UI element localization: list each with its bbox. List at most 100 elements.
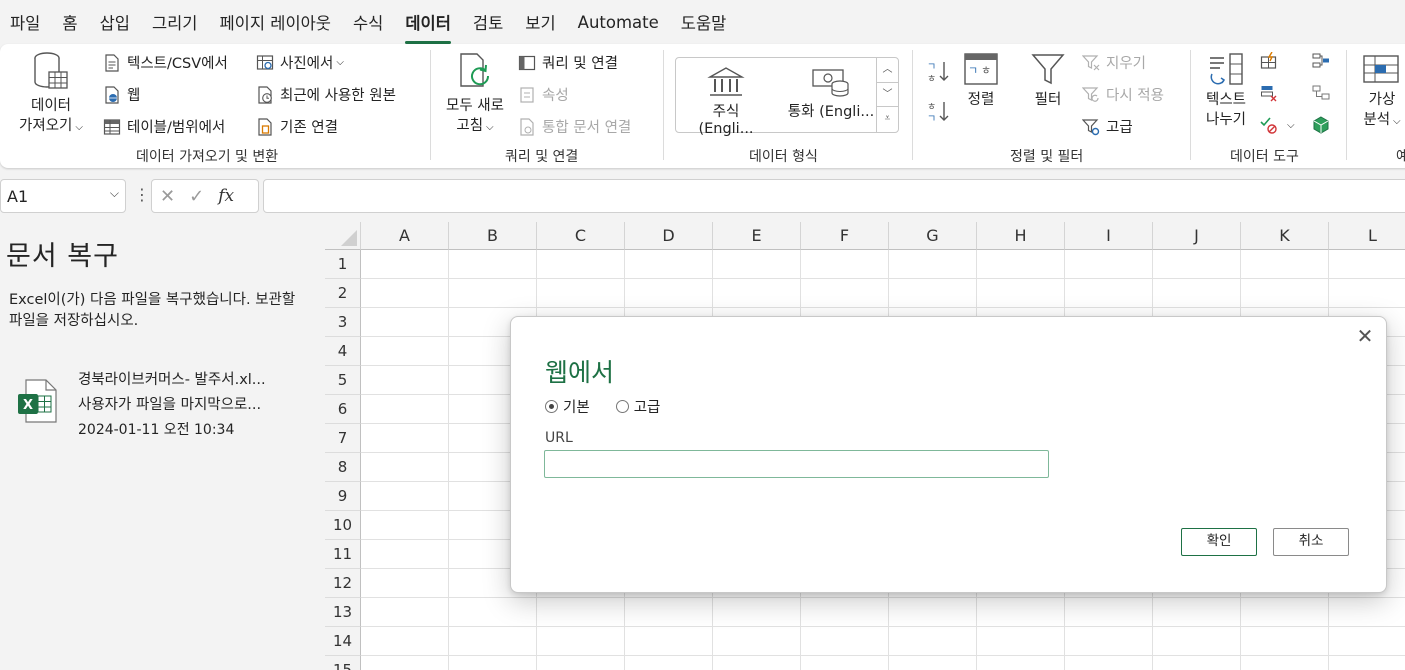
sort-ascending-button[interactable]: ㄱㅎ <box>926 58 950 84</box>
column-header[interactable]: E <box>713 222 801 250</box>
scroll-up-icon[interactable]: ︿ <box>877 58 898 83</box>
row-header[interactable]: 3 <box>325 308 361 337</box>
reapply-filter-button[interactable]: 다시 적용 <box>1082 84 1164 105</box>
url-input[interactable] <box>544 450 1049 478</box>
stocks-data-type-button[interactable]: 주식 (Engli... <box>684 66 768 137</box>
confirm-entry-icon[interactable]: ✓ <box>189 186 204 207</box>
from-picture-button[interactable]: 사진에서 ⌵ <box>256 52 344 73</box>
column-header[interactable]: C <box>537 222 625 250</box>
clear-filter-button[interactable]: 지우기 <box>1082 52 1146 73</box>
ok-button[interactable]: 확인 <box>1181 528 1257 556</box>
tab-draw[interactable]: 그리기 <box>152 6 198 38</box>
group-label-data-tools: 데이터 도구 <box>1230 149 1299 165</box>
column-header[interactable]: K <box>1241 222 1329 250</box>
column-header[interactable]: H <box>977 222 1065 250</box>
tab-data[interactable]: 데이터 <box>405 6 451 44</box>
grid-line <box>361 626 1405 627</box>
tab-review[interactable]: 검토 <box>473 6 503 38</box>
mode-radio-group: 기본 고급 <box>545 396 660 417</box>
svg-text:ㅎ: ㅎ <box>927 102 936 113</box>
relationships-button[interactable] <box>1312 84 1336 102</box>
group-label-forecast: 예 <box>1396 149 1405 165</box>
row-header[interactable]: 5 <box>325 366 361 395</box>
select-all-corner[interactable] <box>325 222 361 250</box>
tab-home[interactable]: 홈 <box>62 6 77 38</box>
currency-icon <box>812 69 849 97</box>
column-header[interactable]: J <box>1153 222 1241 250</box>
excel-file-icon: X <box>18 379 57 423</box>
flash-fill-button[interactable] <box>1260 52 1284 70</box>
row-header[interactable]: 14 <box>325 627 361 656</box>
chevron-down-icon: ⌵ <box>486 122 494 133</box>
tab-view[interactable]: 보기 <box>525 6 555 38</box>
name-box[interactable]: A1 ⌵ <box>0 179 126 213</box>
from-text-csv-label: 텍스트/CSV에서 <box>127 56 228 72</box>
column-header[interactable]: A <box>361 222 449 250</box>
recovered-file-item[interactable]: X 경북라이브커머스- 발주서.xl... 사용자가 파일을 마지막으로... … <box>16 364 316 438</box>
get-data-label-1: 데이터 <box>30 98 72 114</box>
recent-clock-icon <box>258 85 272 104</box>
tab-file[interactable]: 파일 <box>10 6 40 38</box>
currencies-data-type-button[interactable]: 통화 (Engli... <box>784 66 878 121</box>
column-header[interactable]: L <box>1329 222 1405 250</box>
get-data-button[interactable]: 데이터 가져오기 ⌵ <box>14 50 88 138</box>
formula-input[interactable] <box>263 179 1405 213</box>
close-icon[interactable]: ✕ <box>1354 325 1376 347</box>
row-header[interactable]: 1 <box>325 250 361 279</box>
tab-formulas[interactable]: 수식 <box>353 6 383 38</box>
row-header[interactable]: 12 <box>325 569 361 598</box>
refresh-all-button[interactable]: 모두 새로 고침 ⌵ <box>440 50 510 138</box>
radio-basic[interactable] <box>545 400 558 413</box>
text-to-columns-button[interactable]: 텍스트 나누기 <box>1200 52 1252 130</box>
column-header[interactable]: I <box>1065 222 1153 250</box>
tab-page-layout[interactable]: 페이지 레이아웃 <box>219 6 331 38</box>
gallery-expand-icon[interactable]: ⩡ <box>877 107 898 132</box>
properties-button[interactable]: 속성 <box>518 84 569 105</box>
sort-descending-button[interactable]: ㅎㄱ <box>926 98 950 124</box>
data-model-button[interactable] <box>1312 116 1336 134</box>
grid-line <box>361 307 1405 308</box>
queries-connections-button[interactable]: 쿼리 및 연결 <box>518 52 618 73</box>
recent-sources-button[interactable]: 최근에 사용한 원본 <box>256 84 396 105</box>
cancel-entry-icon[interactable]: ✕ <box>160 186 175 207</box>
row-header[interactable]: 7 <box>325 424 361 453</box>
remove-duplicates-button[interactable] <box>1260 84 1284 102</box>
row-header[interactable]: 13 <box>325 598 361 627</box>
insert-function-icon[interactable]: fx <box>218 186 234 206</box>
row-header[interactable]: 6 <box>325 395 361 424</box>
edit-links-button[interactable]: 통합 문서 연결 <box>518 116 631 137</box>
recovered-file-name: 경북라이브커머스- 발주서.xl... <box>78 372 266 388</box>
group-label-get-transform: 데이터 가져오기 및 변환 <box>136 149 279 165</box>
column-header[interactable]: F <box>801 222 889 250</box>
data-validation-button[interactable]: ⌵ <box>1260 116 1295 134</box>
row-header[interactable]: 10 <box>325 511 361 540</box>
row-header[interactable]: 8 <box>325 453 361 482</box>
cancel-button[interactable]: 취소 <box>1273 528 1349 556</box>
what-if-analysis-button[interactable]: 가상 분석 ⌵ <box>1357 52 1405 132</box>
radio-advanced[interactable] <box>615 400 629 413</box>
row-header[interactable]: 11 <box>325 540 361 569</box>
consolidate-button[interactable] <box>1312 52 1336 70</box>
tab-insert[interactable]: 삽입 <box>100 6 130 38</box>
row-header[interactable]: 4 <box>325 337 361 366</box>
ribbon-separator <box>663 50 664 160</box>
from-web-button[interactable]: 웹 <box>103 84 140 105</box>
grid-line <box>361 655 1405 656</box>
filter-button[interactable]: 필터 <box>1026 52 1070 110</box>
advanced-filter-button[interactable]: 고급 <box>1082 116 1133 137</box>
column-header[interactable]: G <box>889 222 977 250</box>
scroll-down-icon[interactable]: ﹀ <box>877 83 898 108</box>
row-header[interactable]: 2 <box>325 279 361 308</box>
row-header[interactable]: 9 <box>325 482 361 511</box>
tab-automate[interactable]: Automate <box>578 9 659 36</box>
sort-button[interactable]: ㄱㅎ 정렬 <box>958 52 1004 110</box>
column-header[interactable]: D <box>625 222 713 250</box>
from-table-range-button[interactable]: 테이블/범위에서 <box>103 116 225 137</box>
existing-connections-button[interactable]: 기존 연결 <box>256 116 338 137</box>
column-header[interactable]: B <box>449 222 537 250</box>
from-text-csv-button[interactable]: 텍스트/CSV에서 <box>103 52 228 73</box>
more-options-icon[interactable]: ⋮ <box>134 185 150 204</box>
row-header[interactable]: 15 <box>325 656 361 670</box>
tab-help[interactable]: 도움말 <box>681 6 727 38</box>
chevron-down-icon[interactable]: ⌵ <box>110 186 119 201</box>
